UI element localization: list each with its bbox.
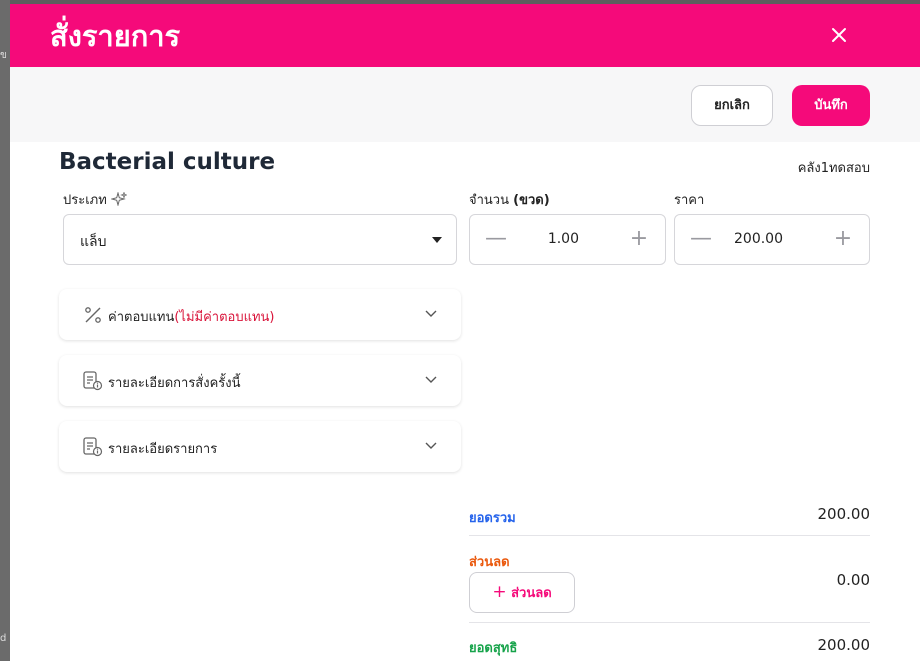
type-select[interactable]: แล็บ [63,214,457,265]
type-select-value: แล็บ [80,234,107,250]
accordion-note: (ไม่มีค่าตอบแทน) [174,310,275,325]
page-backdrop: ข d [0,0,10,661]
sparkle-icon [110,191,128,208]
price-input[interactable]: 200.00 [715,231,783,247]
item-name: Bacterial culture [59,149,276,175]
net-label: ยอดสุทธิ [469,641,518,656]
save-button[interactable]: บันทึก [792,85,870,126]
order-modal: สั่งรายการ ยกเลิก บันทึก Bacterial cultu… [10,4,920,661]
divider [469,535,870,536]
price-stepper: — 200.00 + [674,214,870,265]
document-info-icon [82,436,104,458]
accordion-compensation[interactable]: ค่าตอบแทน(ไม่มีค่าตอบแทน) [59,289,461,340]
backdrop-fragment: d [0,633,7,644]
quantity-stepper: — 1.00 + [469,214,666,265]
caret-down-icon [432,237,442,243]
plus-icon[interactable]: + [627,227,651,251]
total-value: 200.00 [817,505,871,523]
minus-icon[interactable]: — [484,227,508,251]
chevron-down-icon [423,437,439,453]
add-discount-label: ส่วนลด [511,586,552,601]
total-label: ยอดรวม [469,511,516,526]
quantity-label: จำนวน (ขวด) [469,189,550,210]
cancel-button[interactable]: ยกเลิก [691,85,773,126]
modal-title: สั่งรายการ [50,19,181,53]
plus-icon: + [492,582,507,602]
quantity-label-text: จำนวน [469,193,509,208]
discount-value: 0.00 [836,571,870,589]
chevron-down-icon [423,305,439,321]
add-discount-button[interactable]: + ส่วนลด [469,572,575,613]
accordion-order-details[interactable]: รายละเอียดการสั่งครั้งนี้ [59,355,461,406]
minus-icon[interactable]: — [689,227,713,251]
accordion-item-details[interactable]: รายละเอียดรายการ [59,421,461,472]
divider [469,622,870,623]
type-label: ประเภท [63,189,128,210]
accordion-label: ค่าตอบแทน(ไม่มีค่าตอบแทน) [108,306,275,327]
quantity-unit: (ขวด) [513,193,550,208]
net-value: 200.00 [817,636,871,654]
action-bar: ยกเลิก บันทึก [10,67,920,142]
quantity-input[interactable]: 1.00 [510,231,579,247]
accordion-label: รายละเอียดการสั่งครั้งนี้ [108,376,241,391]
document-info-icon [82,370,104,392]
plus-icon[interactable]: + [831,227,855,251]
percent-icon [82,304,104,326]
accordion-label-text: ค่าตอบแทน [108,310,175,325]
close-icon[interactable] [824,20,854,50]
price-label: ราคา [674,193,705,208]
type-label-text: ประเภท [63,193,107,208]
modal-header: สั่งรายการ [10,4,920,67]
store-name: คลัง1ทดสอบ [797,161,870,176]
backdrop-fragment: ข [0,50,7,61]
chevron-down-icon [423,371,439,387]
accordion-label: รายละเอียดรายการ [108,442,218,457]
discount-label: ส่วนลด [469,555,510,570]
